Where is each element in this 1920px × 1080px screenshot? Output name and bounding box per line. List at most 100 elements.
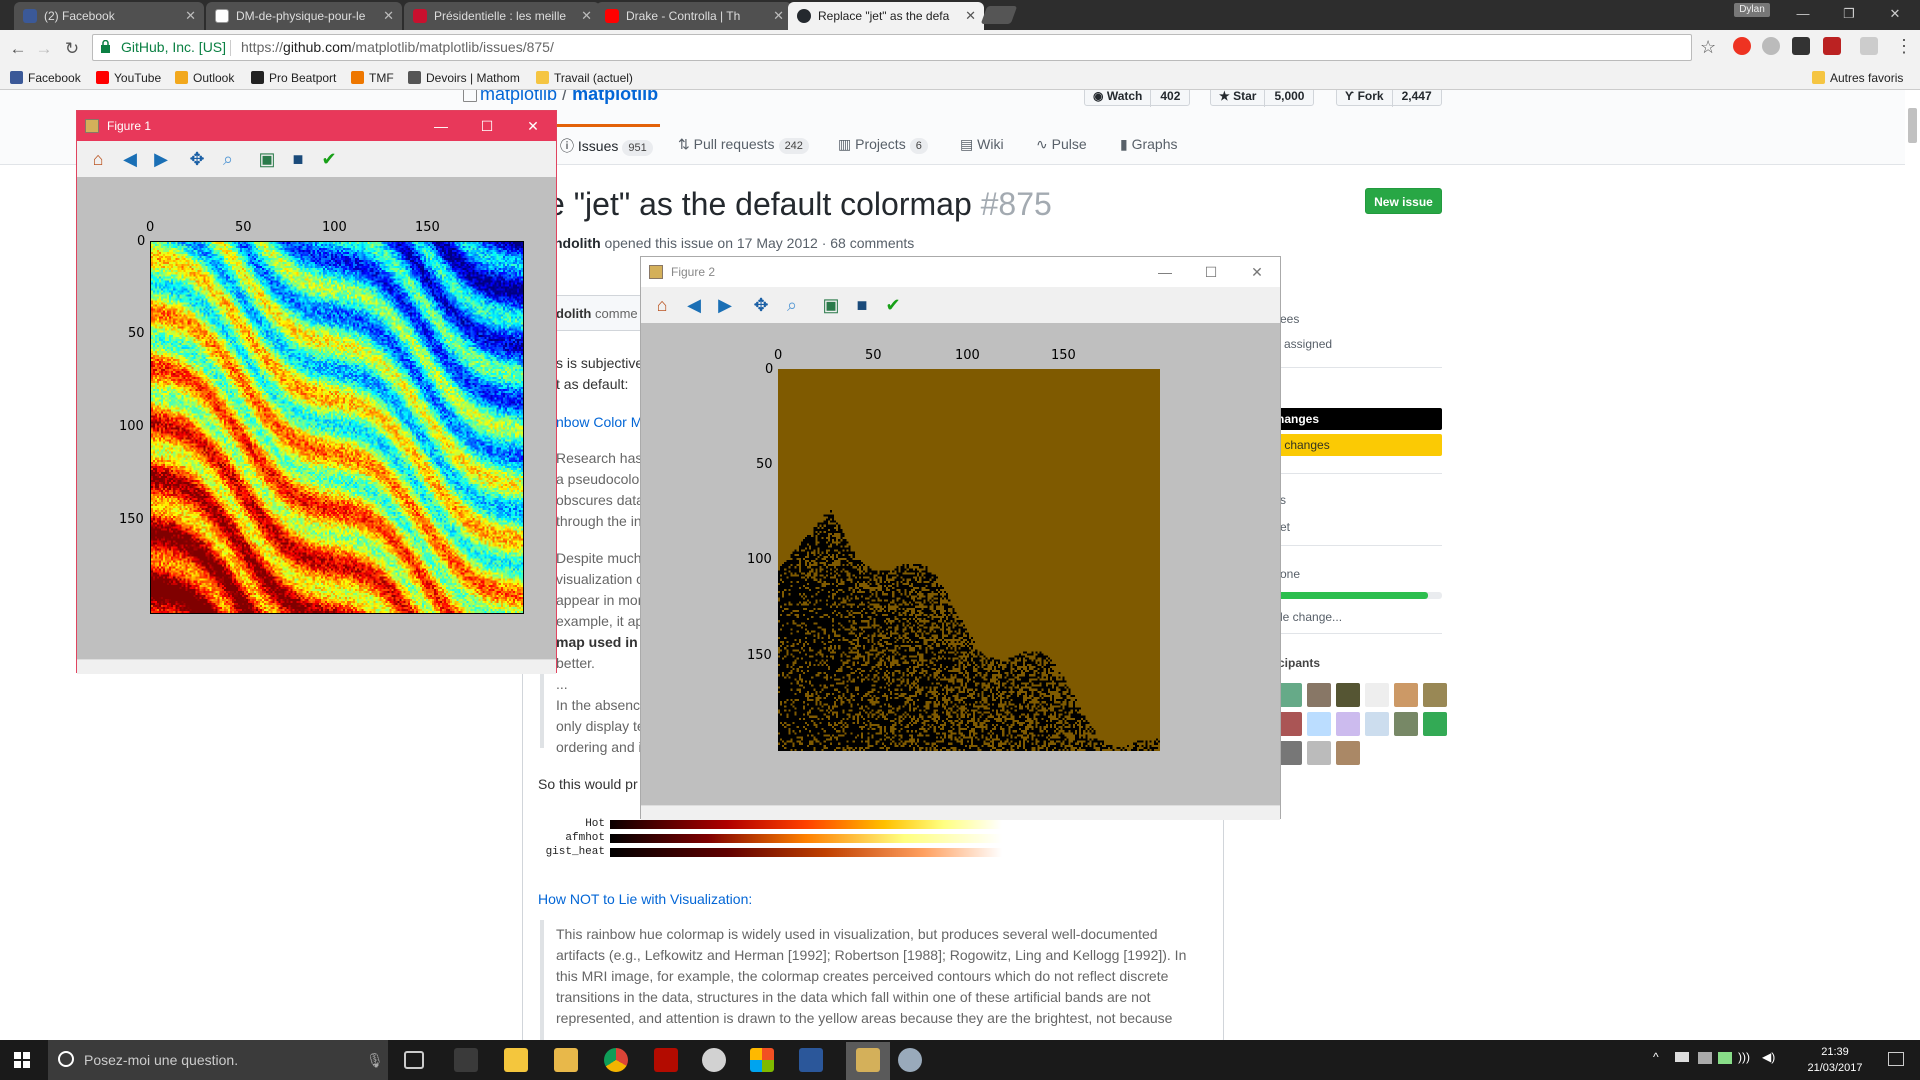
repo-name-link[interactable]: matplotlib	[572, 90, 658, 104]
participant-avatar[interactable]	[1336, 683, 1360, 707]
body-link[interactable]: How NOT to Lie with Visualization:	[538, 889, 752, 910]
edit-check-icon[interactable]: ✔	[318, 148, 340, 170]
new-tab-button[interactable]	[980, 6, 1018, 24]
bl-extension-icon[interactable]	[1792, 37, 1810, 55]
figure2-canvas[interactable]: 0 50 100 150 0 50 100 150	[641, 323, 1280, 805]
close-icon[interactable]: ✕	[773, 2, 784, 30]
maximize-icon[interactable]: ☐	[464, 111, 510, 141]
participant-avatar[interactable]	[1394, 683, 1418, 707]
participant-avatar[interactable]	[1278, 741, 1302, 765]
figure2-titlebar[interactable]: Figure 2 — ☐ ✕	[641, 257, 1280, 287]
volume-icon[interactable]: ◀)	[1762, 1050, 1775, 1064]
close-icon[interactable]: ✕	[383, 2, 394, 30]
comment-author-link[interactable]: dolith	[556, 306, 591, 321]
fork-count[interactable]: 2,447	[1393, 90, 1441, 107]
store-icon[interactable]	[454, 1048, 478, 1072]
browser-tab[interactable]: DM-de-physique-pour-le ✕	[206, 2, 402, 30]
cortana-search-box[interactable]: Posez-moi une question. 🎙	[48, 1040, 388, 1080]
figure1-canvas[interactable]: 0 50 100 150 0 50 100 150	[77, 177, 556, 659]
zoom-icon[interactable]: ⌕	[781, 294, 803, 316]
url-text[interactable]: https://github.com/matplotlib/matplotlib…	[241, 35, 554, 60]
repo-owner-link[interactable]: matplotlib	[480, 90, 557, 104]
close-icon[interactable]: ✕	[510, 111, 556, 141]
bookmark-folder-travail[interactable]: Travail (actuel)	[536, 67, 633, 89]
participant-avatar[interactable]	[1336, 712, 1360, 736]
participant-avatar[interactable]	[1278, 683, 1302, 707]
acrobat-icon[interactable]	[654, 1048, 678, 1072]
microphone-icon[interactable]: 🎙	[366, 1040, 384, 1080]
watch-count[interactable]: 402	[1151, 90, 1189, 107]
browser-tab[interactable]: Présidentielle : les meille ✕	[404, 2, 600, 30]
figure2-window[interactable]: Figure 2 — ☐ ✕ ⌂ ◀ ▶ ✥ ⌕ ▣ ■ ✔ 0 50 100 …	[640, 256, 1281, 820]
back-icon[interactable]: ◀	[119, 148, 141, 170]
back-icon[interactable]: ◀	[683, 294, 705, 316]
cloud-icon[interactable]	[1698, 1052, 1712, 1064]
tab-graphs[interactable]: ▮ Graphs	[1120, 136, 1178, 153]
tab-issues[interactable]: ⓘ Issues 951	[560, 136, 653, 156]
bookmark-tmf[interactable]: TMF	[351, 67, 394, 89]
bookmark-outlook[interactable]: Outlook	[175, 67, 234, 89]
task-view-icon[interactable]	[404, 1051, 424, 1069]
participant-avatar[interactable]	[1365, 712, 1389, 736]
browser-tab[interactable]: Drake - Controlla | Th ✕	[596, 2, 792, 30]
itunes-icon[interactable]	[702, 1048, 726, 1072]
menu-icon[interactable]: ⋮	[1895, 36, 1913, 57]
tab-pull-requests[interactable]: ⇅ Pull requests 242	[678, 136, 809, 154]
milestone-link[interactable]: le change...	[1280, 610, 1342, 624]
participant-avatar[interactable]	[1307, 712, 1331, 736]
scrollbar-thumb[interactable]	[1908, 108, 1917, 143]
star-count[interactable]: 5,000	[1265, 90, 1313, 107]
new-issue-button[interactable]: New issue	[1365, 188, 1442, 214]
forward-icon[interactable]: ▶	[150, 148, 172, 170]
windows-start-icon[interactable]	[14, 1052, 30, 1068]
opera-extension-icon[interactable]	[1733, 37, 1751, 55]
participant-avatar[interactable]	[1278, 712, 1302, 736]
forward-icon[interactable]: ▶	[714, 294, 736, 316]
forward-arrow-icon[interactable]: →	[32, 37, 56, 61]
notifications-icon[interactable]	[1888, 1052, 1904, 1066]
watch-button[interactable]: ◉ Watch 402	[1084, 90, 1191, 107]
minimize-icon[interactable]: —	[1142, 257, 1188, 287]
chrome-icon[interactable]	[604, 1048, 628, 1072]
bookmark-pro-beatport[interactable]: Pro Beatport	[251, 67, 336, 89]
save-icon[interactable]: ■	[851, 294, 873, 316]
participant-avatar[interactable]	[1394, 712, 1418, 736]
pan-icon[interactable]: ✥	[186, 148, 208, 170]
participant-avatar[interactable]	[1423, 683, 1447, 707]
close-icon[interactable]: ✕	[1234, 257, 1280, 287]
save-icon[interactable]: ■	[287, 148, 309, 170]
zoom-icon[interactable]: ⌕	[217, 148, 239, 170]
tab-pulse[interactable]: ∿ Pulse	[1036, 136, 1087, 153]
edit-check-icon[interactable]: ✔	[882, 294, 904, 316]
reload-icon[interactable]: ↻	[60, 37, 84, 61]
participant-avatar[interactable]	[1307, 741, 1331, 765]
wifi-icon[interactable]: )))	[1738, 1050, 1750, 1064]
bookmark-devoirs[interactable]: Devoirs | Mathom	[408, 67, 520, 89]
tab-wiki[interactable]: ▤ Wiki	[960, 136, 1004, 153]
home-icon[interactable]: ⌂	[87, 148, 109, 170]
browser-tab[interactable]: (2) Facebook ✕	[14, 2, 204, 30]
word-icon[interactable]	[799, 1048, 823, 1072]
participant-avatar[interactable]	[1423, 712, 1447, 736]
close-icon[interactable]: ✕	[185, 2, 196, 30]
keyboard-icon[interactable]	[1675, 1052, 1689, 1062]
bulb-extension-icon[interactable]	[1762, 37, 1780, 55]
bookmark-youtube[interactable]: YouTube	[96, 67, 161, 89]
participant-avatar[interactable]	[1307, 683, 1331, 707]
address-bar[interactable]: GitHub, Inc. [US] https://github.com/mat…	[92, 34, 1692, 61]
clock[interactable]: 21:39 21/03/2017	[1800, 1044, 1870, 1076]
profile-button[interactable]: Dylan	[1734, 3, 1770, 17]
figure2-image[interactable]	[778, 369, 1160, 751]
python-icon[interactable]	[898, 1048, 922, 1072]
star-button[interactable]: ★ Star 5,000	[1210, 90, 1315, 107]
office-icon[interactable]	[750, 1048, 774, 1072]
fork-button[interactable]: Ƴ Fork 2,447	[1336, 90, 1442, 107]
chevron-up-icon[interactable]: ^	[1653, 1050, 1659, 1064]
subplots-icon[interactable]: ▣	[820, 294, 842, 316]
minimize-icon[interactable]: —	[418, 111, 464, 141]
battery-icon[interactable]	[1718, 1052, 1732, 1064]
participant-avatar[interactable]	[1336, 741, 1360, 765]
close-icon[interactable]: ✕	[581, 2, 592, 30]
close-window-icon[interactable]: ✕	[1872, 0, 1918, 30]
bookmark-folder-other[interactable]: Autres favoris	[1812, 67, 1903, 89]
